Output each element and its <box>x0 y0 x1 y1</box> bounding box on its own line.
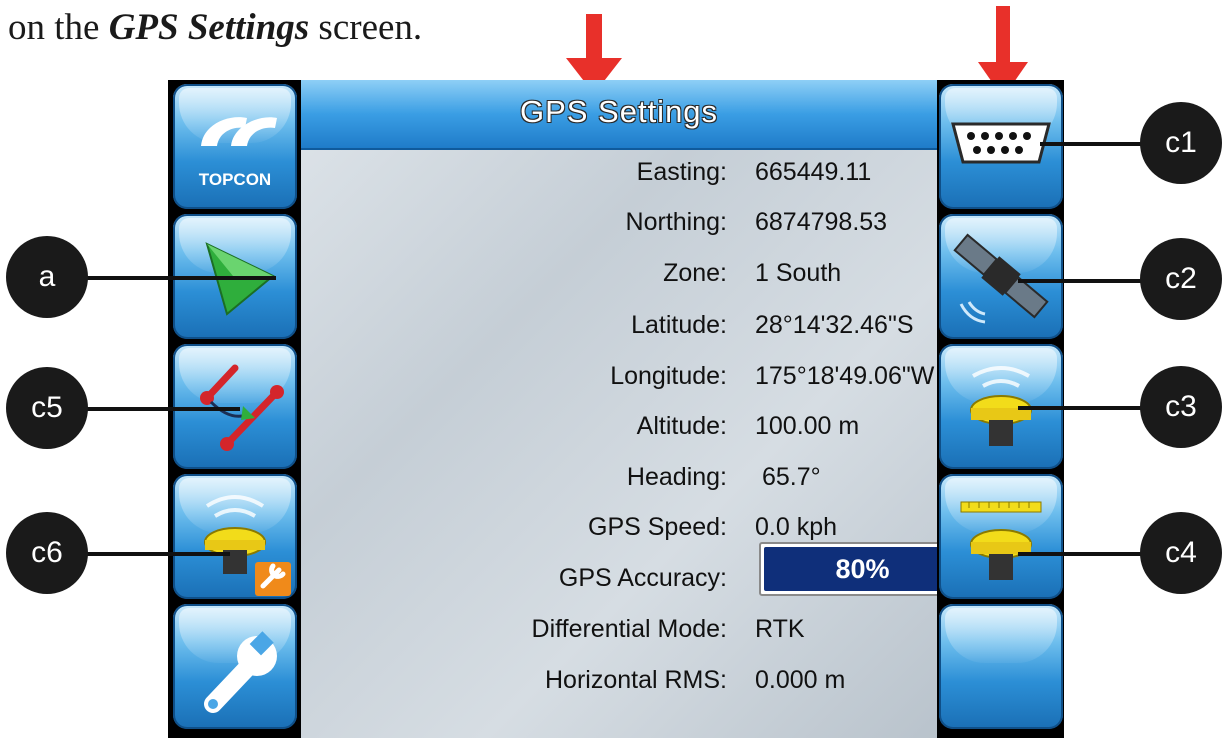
easting-value: 665449.11 <box>755 158 872 186</box>
longitude-row: Longitude: 175°18'49.06"W <box>301 360 937 392</box>
gps-speed-value: 0.0 kph <box>755 513 838 541</box>
callout-c3: c3 <box>1140 366 1222 448</box>
altitude-label: Altitude: <box>636 412 727 440</box>
gps-accuracy-value: 80% <box>835 554 890 584</box>
caption-emphasis: GPS Settings <box>108 7 310 48</box>
gps-speed-row: GPS Speed: 0.0 kph <box>301 511 937 543</box>
title-bar: GPS Settings <box>301 80 937 150</box>
northing-label: Northing: <box>625 208 727 236</box>
callout-c5: c5 <box>6 367 88 449</box>
gps-settings-panel: GPS Settings Easting: 665449.11 Northing… <box>301 80 1021 738</box>
zone-label: Zone: <box>663 259 727 287</box>
latitude-label: Latitude: <box>631 311 727 339</box>
latitude-row: Latitude: 28°14'32.46"S <box>301 309 937 341</box>
longitude-value: 175°18'49.06"W <box>755 362 935 390</box>
satellite-icon <box>953 233 1049 324</box>
callout-c6: c6 <box>6 512 88 594</box>
callout-c2: c2 <box>1140 238 1222 320</box>
topcon-logo-icon <box>201 117 277 146</box>
serial-port-button[interactable] <box>939 84 1063 209</box>
latitude-value: 28°14'32.46"S <box>755 311 914 339</box>
settings-wrench-button[interactable] <box>173 604 297 729</box>
caption-text: on the GPS Settings screen. <box>8 6 422 49</box>
horizontal-rms-value: 0.000 m <box>755 666 846 694</box>
gps-accuracy-label: GPS Accuracy: <box>558 564 727 592</box>
zone-value: 1 South <box>755 259 842 287</box>
topcon-home-button[interactable]: TOPCON <box>173 84 297 209</box>
empty-softkey[interactable] <box>939 604 1063 729</box>
zone-row: Zone: 1 South <box>301 257 937 289</box>
differential-mode-value: RTK <box>755 615 805 643</box>
heading-row: Heading: 65.7° <box>301 461 937 493</box>
easting-row: Easting: 665449.11 <box>301 156 937 188</box>
satellite-button[interactable] <box>939 214 1063 339</box>
heading-value: 65.7° <box>755 463 821 491</box>
topcon-brand-text: TOPCON <box>198 170 272 189</box>
horizontal-rms-label: Horizontal RMS: <box>545 666 727 694</box>
wrench-icon <box>204 631 277 713</box>
callout-c4: c4 <box>1140 512 1222 594</box>
device-screen: TOPCON GPS Settings Easting: 665449.11 N… <box>168 80 1064 738</box>
easting-label: Easting: <box>636 158 727 186</box>
northing-row: Northing: 6874798.53 <box>301 206 937 238</box>
differential-mode-label: Differential Mode: <box>531 615 727 643</box>
receiver-settings-icon <box>204 495 291 596</box>
differential-mode-row: Differential Mode: RTK <box>301 613 937 645</box>
heading-label: Heading: <box>626 463 727 491</box>
altitude-value: 100.00 m <box>755 412 860 440</box>
receiver-config-button[interactable] <box>173 474 297 599</box>
receiver-height-button[interactable] <box>939 474 1063 599</box>
longitude-label: Longitude: <box>610 362 727 390</box>
caption-prefix: on the <box>8 7 100 48</box>
altitude-row: Altitude: 100.00 m <box>301 410 937 442</box>
callout-c1: c1 <box>1140 102 1222 184</box>
serial-port-icon <box>951 122 1051 164</box>
horizontal-rms-row: Horizontal RMS: 0.000 m <box>301 664 937 696</box>
caption-suffix: screen. <box>318 7 423 48</box>
northing-value: 6874798.53 <box>755 208 888 236</box>
page-title: GPS Settings <box>519 94 719 129</box>
callout-a: a <box>6 236 88 318</box>
receiver-ruler-icon <box>960 501 1042 580</box>
gps-speed-label: GPS Speed: <box>588 513 727 541</box>
